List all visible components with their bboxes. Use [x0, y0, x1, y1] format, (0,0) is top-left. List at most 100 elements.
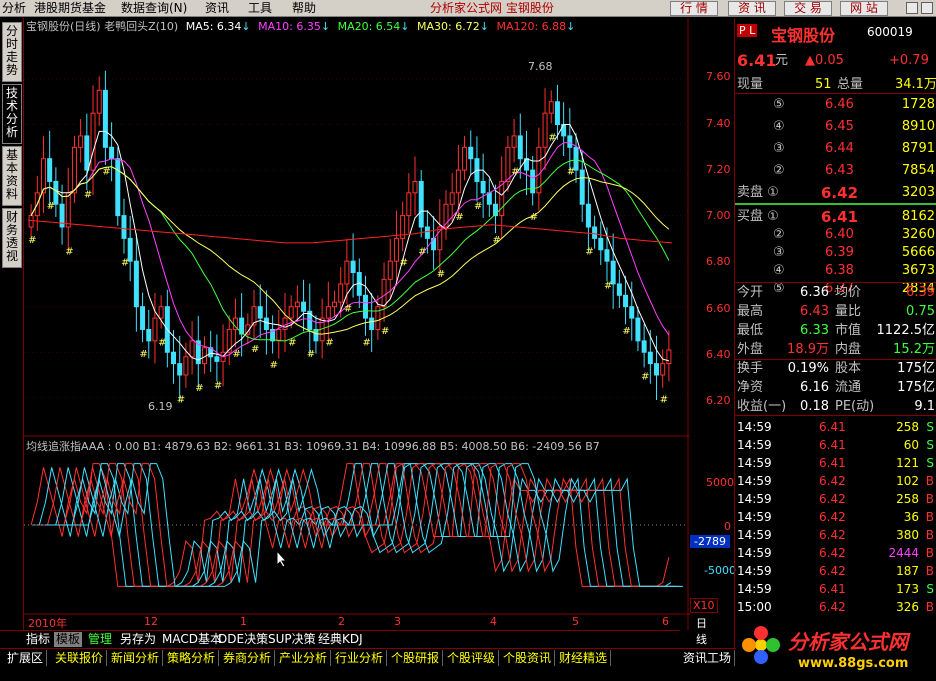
sell-level-row[interactable]: ② 6.43 7854	[735, 162, 936, 180]
signal-marker: #	[530, 212, 538, 223]
candle-body	[542, 112, 548, 148]
buy-level-row[interactable]: ③ 6.39 5666	[735, 244, 936, 262]
tab-info-workshop[interactable]: 资讯工场	[680, 650, 736, 666]
stat-label: 流通	[835, 380, 862, 395]
tab-related-quote[interactable]: 关联报价	[52, 650, 108, 666]
tab-technical[interactable]: 技术分析	[2, 84, 22, 144]
stat-label: PE(动)	[835, 399, 875, 414]
period-label[interactable]: 日线	[696, 615, 707, 647]
tab-news-analysis[interactable]: 新闻分析	[108, 650, 164, 666]
tab-stock-news[interactable]: 个股资讯	[500, 650, 556, 666]
time-tick: 3	[394, 615, 401, 628]
minimize-icon[interactable]	[906, 2, 918, 14]
tick-volume: 380	[896, 528, 919, 542]
news-button[interactable]: 资 讯	[728, 1, 776, 16]
order-book-divider	[735, 203, 936, 205]
buy-price: 6.41	[821, 208, 859, 226]
tab-indicator[interactable]: 指标	[24, 632, 52, 647]
sell-price: 6.45	[825, 119, 854, 134]
tab-rating[interactable]: 个股评级	[444, 650, 500, 666]
tick-price: 6.41	[819, 420, 846, 434]
buy-level-row[interactable]: ④ 6.38 3673	[735, 262, 936, 280]
candle-body	[623, 294, 629, 308]
candle-body	[486, 192, 492, 205]
stock-tag: P L	[737, 24, 758, 37]
candle-body	[424, 226, 430, 239]
signal-marker: #	[288, 337, 296, 348]
tab-basic-info[interactable]: 基本资料	[2, 146, 22, 206]
tab-kdj[interactable]: 经典KDJ	[316, 632, 365, 647]
candle-body	[214, 356, 220, 362]
buy-level-label: ③	[773, 245, 785, 260]
kline-chart[interactable]: # # # # # # # # # # # # # # # # # # # # # # # # # # # # # # # # # # # 宝钢股份…	[24, 18, 736, 646]
tab-financial[interactable]: 财务透视	[2, 208, 22, 268]
restore-icon[interactable]	[921, 2, 933, 14]
menu-item-hk-futures[interactable]: 港股期货基金	[34, 1, 106, 15]
tab-expand[interactable]: 扩展区	[4, 650, 48, 666]
candle-body	[592, 226, 598, 239]
candle-body	[362, 294, 368, 319]
tick-direction: B	[925, 492, 934, 506]
stat-value: 175亿	[897, 361, 935, 376]
tick-price: 6.42	[819, 492, 846, 506]
zoom-label[interactable]: X10	[690, 598, 718, 613]
trade-button[interactable]: 交 易	[784, 1, 832, 16]
candle-body	[276, 328, 282, 342]
price-tick: 6.60	[706, 302, 731, 315]
candle-body	[90, 112, 96, 171]
tab-broker[interactable]: 券商分析	[220, 650, 276, 666]
quote-button[interactable]: 行 情	[670, 1, 718, 16]
tab-dde[interactable]: DDE决策	[216, 632, 270, 647]
tick-direction: S	[926, 420, 934, 434]
buy-level-row[interactable]: 买盘 ① 6.41 8162	[735, 208, 936, 226]
sell-level-row[interactable]: ③ 6.44 8791	[735, 140, 936, 158]
menu-item-analysis[interactable]: 分析	[2, 1, 26, 15]
price-tick: 7.20	[706, 163, 731, 176]
sell-level-row[interactable]: ④ 6.45 8910	[735, 118, 936, 136]
price-change: ▲0.05	[805, 53, 844, 68]
tick-time: 14:59	[737, 528, 772, 542]
signal-marker: #	[437, 269, 445, 280]
tab-manage[interactable]: 管理	[86, 632, 114, 647]
tab-strategy[interactable]: 策略分析	[164, 650, 220, 666]
tab-macd[interactable]: MACD基本	[160, 632, 224, 647]
signal-marker: #	[232, 349, 240, 360]
sell-price: 6.46	[825, 97, 854, 112]
tick-time: 14:59	[737, 546, 772, 560]
buy-level-row[interactable]: ② 6.40 3260	[735, 226, 936, 244]
signal-marker: #	[307, 349, 315, 360]
price-change-pct: +0.79	[889, 53, 929, 68]
tab-save-as[interactable]: 另存为	[118, 632, 158, 647]
signal-marker: #	[455, 212, 463, 223]
vol-value: 51	[815, 77, 832, 92]
tick-row: 14:59 6.42 187 B	[735, 562, 936, 580]
sell-level-row[interactable]: ⑤ 6.46 1728	[735, 96, 936, 114]
stat-label: 收益(一)	[737, 399, 787, 414]
quote-panel: P L 宝钢股份 600019 6.41 元 ▲0.05 +0.79 现量 51…	[734, 18, 936, 648]
buy-price: 6.38	[825, 263, 854, 278]
candle-body	[96, 89, 102, 114]
signal-marker: #	[548, 132, 556, 143]
tick-volume: 258	[896, 420, 919, 434]
signal-marker: #	[344, 303, 352, 314]
tab-intraday[interactable]: 分时走势	[2, 22, 22, 82]
signal-marker: #	[102, 167, 110, 178]
tab-sector[interactable]: 行业分析	[332, 650, 388, 666]
sell-level-label: 卖盘 ①	[737, 185, 779, 200]
ma30-label: MA30: 6.72	[417, 20, 480, 33]
website-button[interactable]: 网 站	[840, 1, 888, 16]
ticks-divider	[735, 415, 936, 416]
chart-canvas[interactable]: # # # # # # # # # # # # # # # # # # # # # # # # # # # # # # # # # # #	[24, 18, 690, 630]
tab-industry-chain[interactable]: 产业分析	[276, 650, 332, 666]
sell-level-row[interactable]: 卖盘 ① 6.42 3203	[735, 184, 936, 202]
menu-item-help[interactable]: 帮助	[292, 1, 316, 15]
tab-research[interactable]: 个股研报	[388, 650, 444, 666]
menu-item-tools[interactable]: 工具	[248, 1, 272, 15]
candle-body	[115, 158, 121, 217]
tick-price: 6.41	[819, 456, 846, 470]
tab-sup[interactable]: SUP决策	[266, 632, 318, 647]
menu-item-data-query[interactable]: 数据查询(N)	[121, 1, 187, 15]
tab-finance-picks[interactable]: 财经精选	[556, 650, 612, 666]
menu-item-news[interactable]: 资讯	[205, 1, 229, 15]
tab-template[interactable]: 模板	[54, 632, 83, 647]
